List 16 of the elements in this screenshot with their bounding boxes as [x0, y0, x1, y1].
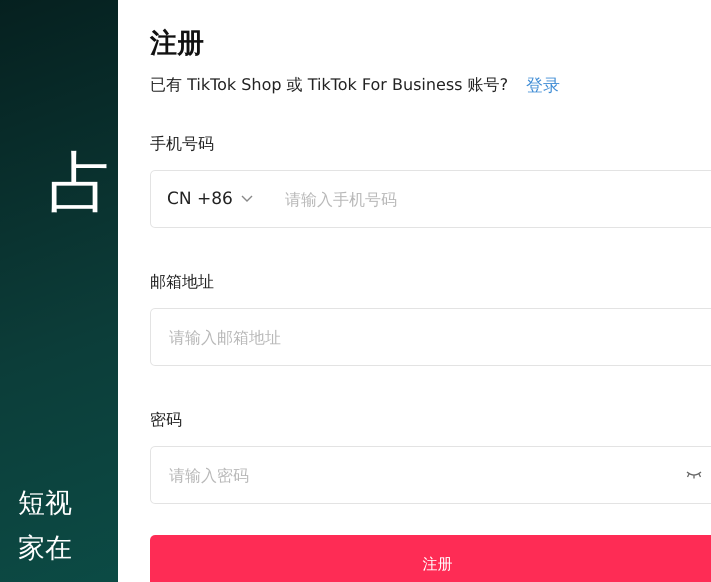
eye-closed-icon[interactable]: [686, 470, 702, 480]
login-link[interactable]: 登录: [526, 74, 560, 98]
password-field[interactable]: 请输入密码: [150, 446, 711, 504]
email-field[interactable]: 请输入邮箱地址: [150, 308, 711, 366]
chevron-down-icon: [240, 195, 253, 204]
field-label: 密码: [150, 410, 182, 432]
phone-field[interactable]: CN +86 请输入手机号码: [150, 170, 711, 228]
form-title: 注册: [150, 28, 204, 60]
headline: 占: [48, 150, 114, 216]
field-label: 手机号码: [150, 134, 214, 156]
register-button[interactable]: 注册: [150, 535, 711, 582]
login-prompt: 已有 TikTok Shop 或 TikTok For Business 账号?: [150, 75, 508, 96]
field-label: 邮箱地址: [150, 272, 214, 294]
country-code-dropdown[interactable]: CN +86: [167, 189, 253, 210]
tagline: 家在: [18, 535, 72, 562]
tagline: 短视: [18, 490, 72, 517]
